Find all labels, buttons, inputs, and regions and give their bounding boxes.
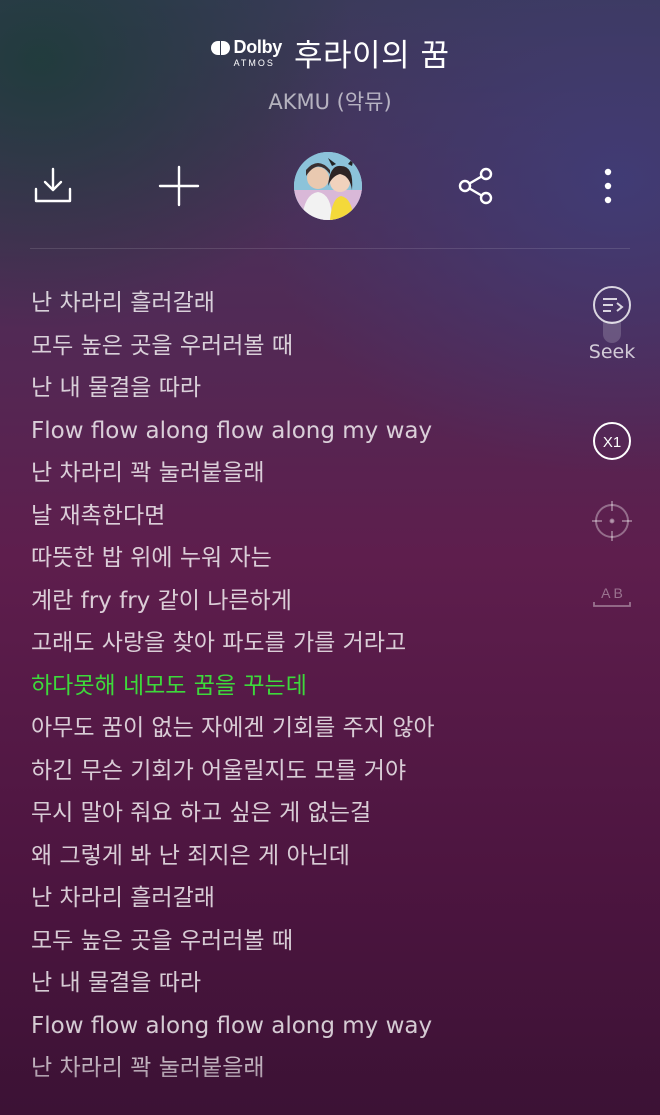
lyric-line[interactable]: Flow flow along flow along my way [31, 1005, 571, 1048]
more-vertical-icon [604, 168, 612, 204]
dolby-atmos-badge: Dolby ATMOS [210, 37, 283, 68]
ab-label: A B [601, 585, 623, 601]
lyrics-side-tools: Seek X1 A B [580, 285, 644, 625]
seek-toggle-knob [603, 321, 621, 343]
seek-toggle[interactable]: Seek [580, 285, 644, 363]
more-options-button[interactable] [572, 150, 644, 222]
lyric-line[interactable]: 난 차라리 꽉 눌러붙을래 [31, 452, 571, 495]
lyric-line[interactable]: 계란 fry fry 같이 나른하게 [31, 580, 571, 623]
dolby-logo-icon [210, 40, 230, 55]
seek-label: Seek [588, 341, 636, 363]
plus-icon [158, 165, 200, 207]
crosshair-icon [592, 501, 632, 541]
lyric-line[interactable]: 난 차라리 흘러갈래 [31, 877, 571, 920]
player-header: Dolby ATMOS 후라이의 꿈 AKMU (악뮤) [0, 0, 660, 250]
dolby-sub-text: ATMOS [233, 58, 275, 68]
lyrics-seek-icon [593, 286, 631, 324]
avatar [294, 152, 362, 220]
share-icon [458, 167, 493, 205]
lyric-line-current[interactable]: 하다못해 네모도 꿈을 꾸는데 [31, 665, 571, 708]
ab-repeat-icon: A B [593, 585, 631, 607]
focus-current-line-button[interactable] [580, 501, 644, 541]
lyric-line[interactable]: 날 재촉한다면 [31, 495, 571, 538]
lyric-line[interactable]: 아무도 꿈이 없는 자에겐 기회를 주지 않아 [31, 707, 571, 750]
lyrics-list: 난 차라리 흘러갈래 모두 높은 곳을 우러러볼 때난 내 물결을 따라 Flow … [31, 282, 571, 1090]
artist-avatar-button[interactable] [292, 150, 364, 222]
lyric-line[interactable]: 난 내 물결을 따라 [31, 962, 571, 1005]
lyric-line[interactable]: 난 차라리 흘러갈래 [31, 282, 571, 325]
song-title: 후라이의 꿈 [294, 38, 450, 74]
lyric-line[interactable]: 난 차라리 꽉 눌러붙을래 [31, 1047, 571, 1090]
action-bar [0, 150, 660, 222]
title-row: Dolby ATMOS 후라이의 꿈 [0, 30, 660, 75]
speed-icon: X1 [593, 422, 631, 460]
lyric-line[interactable]: 난 내 물결을 따라 [31, 367, 571, 410]
lyric-line[interactable]: 모두 높은 곳을 우러러볼 때 [31, 325, 571, 368]
dolby-brand-text: Dolby [233, 37, 283, 57]
lyric-line[interactable]: 고래도 사랑을 찾아 파도를 가를 거라고 [31, 622, 571, 665]
header-divider [30, 248, 630, 249]
share-button[interactable] [440, 150, 512, 222]
download-button[interactable] [17, 150, 89, 222]
download-icon [34, 167, 72, 203]
lyric-line[interactable]: 하긴 무슨 기회가 어울릴지도 모를 거야 [31, 750, 571, 793]
ab-repeat-button[interactable]: A B [580, 583, 644, 611]
artist-name[interactable]: AKMU (악뮤) [0, 86, 660, 116]
lyric-line[interactable]: 왜 그렇게 봐 난 죄지은 게 아닌데 [31, 835, 571, 878]
playback-speed-button[interactable]: X1 [580, 421, 644, 461]
add-to-playlist-button[interactable] [143, 150, 215, 222]
speed-label: X1 [603, 434, 621, 451]
lyric-line[interactable]: 따뜻한 밥 위에 누워 자는 [31, 537, 571, 580]
lyric-line[interactable]: 모두 높은 곳을 우러러볼 때 [31, 920, 571, 963]
lyric-line[interactable]: 무시 말아 줘요 하고 싶은 게 없는걸 [31, 792, 571, 835]
lyric-line[interactable]: Flow flow along flow along my way [31, 410, 571, 453]
